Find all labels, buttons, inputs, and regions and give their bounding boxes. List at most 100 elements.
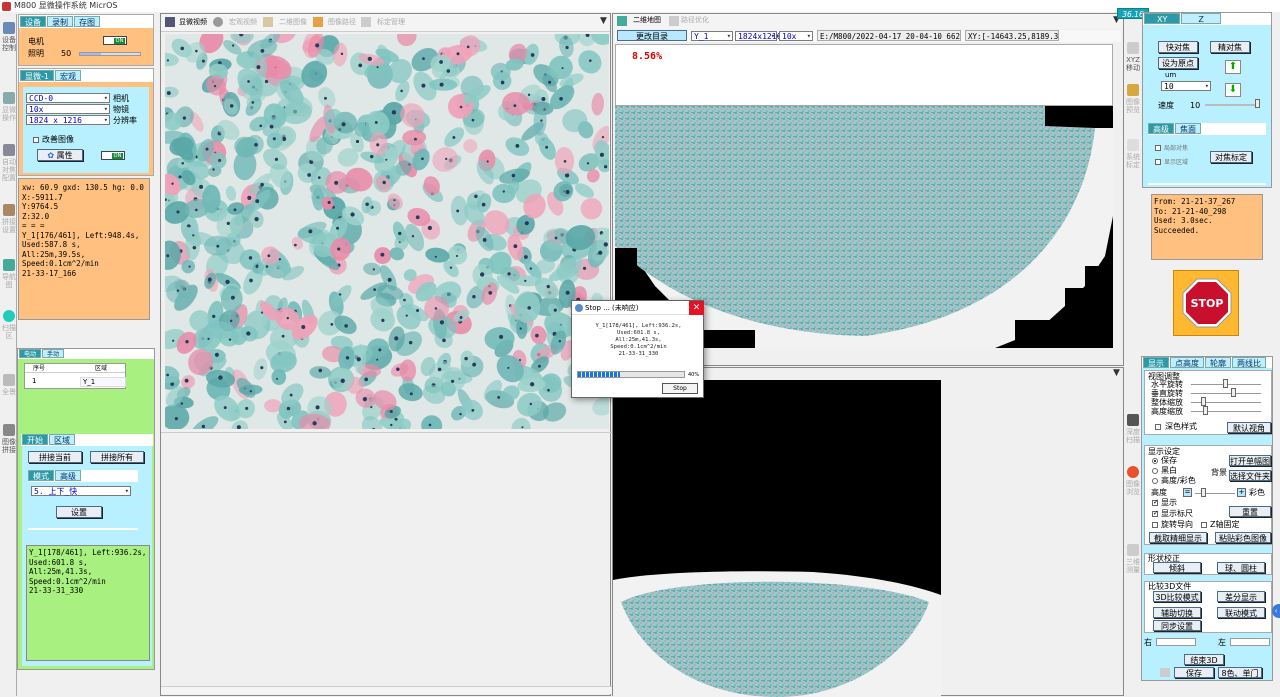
- height-color-radio[interactable]: [1152, 478, 1158, 484]
- tab-micro-video[interactable]: 显微视频: [179, 17, 207, 28]
- tab-image-path[interactable]: 图像路径: [328, 17, 356, 28]
- resolution-select[interactable]: 1824 x 1216: [26, 115, 110, 125]
- tab-z[interactable]: Z: [1181, 13, 1220, 24]
- table-row[interactable]: 1Y_1: [26, 377, 126, 388]
- tilt-button[interactable]: 倾斜: [1153, 562, 1201, 573]
- rail-item-micro[interactable]: 显微操作: [1, 92, 17, 122]
- tab-motor[interactable]: 电动: [19, 349, 41, 358]
- rail-item-xyz[interactable]: XYZ移动: [1125, 42, 1141, 72]
- rail-item-depth[interactable]: 深度扫描: [1125, 414, 1141, 444]
- z-down-button[interactable]: ⬇: [1225, 83, 1241, 97]
- speed-slider-thumb[interactable]: [1255, 99, 1260, 108]
- tab-device[interactable]: 设备: [20, 16, 46, 27]
- dark-mode-checkbox[interactable]: [1155, 424, 1161, 430]
- bw-radio[interactable]: [1152, 468, 1158, 474]
- rail-item-panorama[interactable]: 全景: [1, 374, 17, 396]
- light-slider[interactable]: [79, 52, 141, 56]
- stop-dialog-button[interactable]: Stop: [662, 383, 698, 394]
- tab-display[interactable]: 显示: [1143, 357, 1169, 368]
- property-toggle[interactable]: ON: [101, 151, 125, 160]
- rail-item-browse[interactable]: 图像浏览: [1125, 466, 1141, 496]
- improve-image-checkbox[interactable]: [33, 137, 39, 143]
- tab-macro-video[interactable]: 宏观视频: [229, 17, 257, 28]
- close-button[interactable]: ✕: [689, 301, 704, 315]
- v-rotate-slider[interactable]: [1191, 393, 1261, 394]
- rotate-guide-checkbox[interactable]: [1152, 522, 1158, 528]
- tab-start[interactable]: 开始: [22, 434, 48, 445]
- rail-item-image-stitch[interactable]: 图像拼接: [1, 424, 17, 454]
- tab-area[interactable]: 区域: [49, 434, 75, 445]
- property-button[interactable]: ✿ 属性: [37, 149, 83, 161]
- height-minus-button[interactable]: =: [1183, 488, 1192, 497]
- zoom-all-thumb[interactable]: [1201, 397, 1206, 406]
- rail-item-autofocus[interactable]: 自动对焦配置: [1, 144, 17, 182]
- tab-focus-advanced[interactable]: 高级: [1148, 123, 1174, 134]
- left-file-field[interactable]: [1230, 638, 1270, 646]
- motor-toggle[interactable]: ON: [103, 36, 127, 45]
- nav-objective-select[interactable]: 10x: [779, 31, 813, 41]
- zoom-height-thumb[interactable]: [1203, 406, 1208, 415]
- reset-button[interactable]: 重置: [1229, 506, 1271, 517]
- link-mode-button[interactable]: 联动模式: [1217, 607, 1265, 618]
- camera-select[interactable]: CCD-0: [26, 93, 110, 103]
- h-scrollbar[interactable]: [161, 686, 612, 694]
- save-button[interactable]: 保存: [1174, 667, 1214, 678]
- fine-focus-button[interactable]: 精对焦: [1210, 41, 1250, 53]
- stop-button[interactable]: STOP: [1173, 270, 1239, 336]
- rail-item-stitch[interactable]: 拼接设置: [1, 204, 17, 234]
- tab-record[interactable]: 录制: [47, 16, 73, 27]
- zoom-height-slider[interactable]: [1191, 411, 1261, 412]
- show-checkbox[interactable]: [1152, 500, 1158, 506]
- mode-3d-button[interactable]: 3D比较模式: [1153, 591, 1201, 602]
- z-up-button[interactable]: ⬆: [1225, 60, 1241, 74]
- paste-color-button[interactable]: 粘贴彩色图像: [1215, 532, 1271, 543]
- rail-item-calibration[interactable]: 系统标定: [1125, 139, 1141, 169]
- tab-2d-image[interactable]: 二维图像: [279, 17, 307, 28]
- nav-resolution-select[interactable]: 1824x121€: [735, 31, 777, 41]
- tab-xy[interactable]: XY: [1144, 13, 1180, 24]
- fast-focus-button[interactable]: 快对焦: [1158, 41, 1198, 53]
- height-thumb[interactable]: [1201, 488, 1206, 497]
- dropdown-arrow-icon[interactable]: ▼: [600, 16, 607, 26]
- stitch-all-button[interactable]: 拼接所有: [90, 451, 144, 463]
- stitch-current-button[interactable]: 拼接当前: [28, 451, 82, 463]
- v-rotate-thumb[interactable]: [1231, 388, 1236, 397]
- tab-two-line[interactable]: 两线比: [1232, 357, 1266, 368]
- show-ruler-checkbox[interactable]: [1152, 511, 1158, 517]
- tab-advanced[interactable]: 高级: [55, 470, 81, 481]
- right-file-field[interactable]: [1156, 638, 1196, 646]
- tab-save-image[interactable]: 存图: [74, 16, 100, 27]
- objective-select[interactable]: 10x: [26, 104, 110, 114]
- rail-item-device[interactable]: 设备控制: [1, 22, 17, 52]
- path-field[interactable]: E:/M800/2022-04-17_20-04-10_662: [817, 30, 961, 41]
- change-dir-button[interactable]: 更改目录: [617, 30, 687, 41]
- dropdown-arrow-icon[interactable]: ▼: [1113, 368, 1120, 378]
- collapse-tab[interactable]: ‹: [1272, 604, 1280, 618]
- tab-profile[interactable]: 轮廓: [1205, 357, 1231, 368]
- save-radio[interactable]: [1152, 458, 1158, 464]
- sync-settings-button[interactable]: 同步设置: [1153, 620, 1201, 631]
- diff-show-button[interactable]: 差分显示: [1217, 591, 1265, 602]
- tab-focal-plane[interactable]: 焦面: [1175, 123, 1201, 134]
- tab-path-optimize[interactable]: 路径优化: [681, 15, 709, 26]
- settings-button[interactable]: 设置: [56, 506, 102, 518]
- local-focus-checkbox[interactable]: [1155, 145, 1161, 151]
- sphere-button[interactable]: 球、圆柱: [1217, 562, 1265, 573]
- end-3d-button[interactable]: 结束3D: [1184, 654, 1224, 665]
- open-single-button[interactable]: 打开单幅图: [1229, 455, 1271, 466]
- height-plus-button[interactable]: +: [1237, 488, 1246, 497]
- default-view-button[interactable]: 默认视角: [1227, 422, 1271, 433]
- color-single-button[interactable]: 8色、单门: [1218, 667, 1262, 678]
- mode-select[interactable]: 5. 上下_快: [31, 486, 131, 496]
- z-fixed-checkbox[interactable]: [1201, 522, 1207, 528]
- rail-item-navmap[interactable]: 导航图: [1, 259, 17, 289]
- set-origin-button[interactable]: 设为原点: [1158, 57, 1198, 69]
- tab-mode[interactable]: 模式: [28, 470, 54, 481]
- tab-calibration[interactable]: 标定管理: [377, 17, 405, 28]
- h-rotate-thumb[interactable]: [1223, 379, 1228, 388]
- tab-point-height[interactable]: 点高度: [1170, 357, 1204, 368]
- step-select[interactable]: 10: [1161, 81, 1211, 91]
- aux-switch-button[interactable]: 辅助切换: [1153, 607, 1201, 618]
- area-select[interactable]: Y_1: [691, 31, 733, 41]
- tab-manual[interactable]: 手动: [42, 349, 64, 358]
